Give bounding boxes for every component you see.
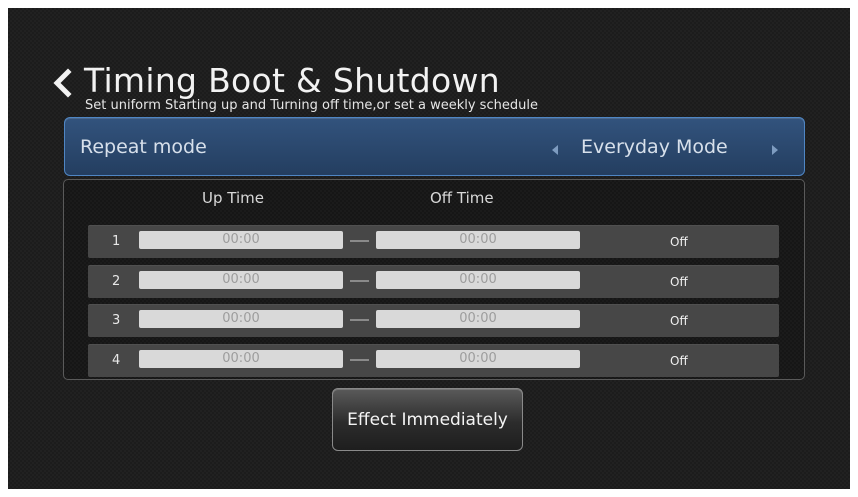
off-time-header: Off Time bbox=[430, 189, 494, 207]
repeat-mode-label: Repeat mode bbox=[80, 136, 207, 158]
row-status-toggle[interactable]: Off bbox=[670, 234, 688, 250]
time-separator bbox=[350, 319, 369, 321]
row-number: 1 bbox=[112, 234, 121, 249]
page-title: Timing Boot & Shutdown bbox=[84, 61, 501, 100]
up-time-header: Up Time bbox=[202, 189, 264, 207]
repeat-mode-selector[interactable]: Repeat mode Everyday Mode bbox=[64, 117, 805, 176]
time-separator bbox=[350, 359, 369, 361]
schedule-row: 4 00:00 00:00 Off bbox=[88, 344, 779, 377]
off-time-field[interactable]: 00:00 bbox=[376, 231, 580, 249]
schedule-row: 3 00:00 00:00 Off bbox=[88, 304, 779, 337]
triangle-right-icon[interactable] bbox=[770, 141, 780, 155]
schedule-row: 1 00:00 00:00 Off bbox=[88, 225, 779, 258]
row-number: 2 bbox=[112, 274, 121, 289]
chevron-left-icon[interactable] bbox=[49, 68, 79, 98]
up-time-field[interactable]: 00:00 bbox=[139, 310, 343, 328]
repeat-mode-value: Everyday Mode bbox=[581, 136, 728, 158]
page-subtitle: Set uniform Starting up and Turning off … bbox=[85, 98, 538, 113]
up-time-field[interactable]: 00:00 bbox=[139, 271, 343, 289]
row-status-toggle[interactable]: Off bbox=[670, 274, 688, 290]
effect-immediately-button[interactable]: Effect Immediately bbox=[332, 388, 523, 451]
schedule-row: 2 00:00 00:00 Off bbox=[88, 265, 779, 298]
up-time-field[interactable]: 00:00 bbox=[139, 350, 343, 368]
time-separator bbox=[350, 280, 369, 282]
off-time-field[interactable]: 00:00 bbox=[376, 271, 580, 289]
up-time-field[interactable]: 00:00 bbox=[139, 231, 343, 249]
off-time-field[interactable]: 00:00 bbox=[376, 350, 580, 368]
triangle-left-icon[interactable] bbox=[550, 141, 560, 155]
timing-screen: Timing Boot & Shutdown Set uniform Start… bbox=[8, 8, 850, 489]
off-time-field[interactable]: 00:00 bbox=[376, 310, 580, 328]
row-status-toggle[interactable]: Off bbox=[670, 353, 688, 369]
row-number: 3 bbox=[112, 313, 121, 328]
row-status-toggle[interactable]: Off bbox=[670, 313, 688, 329]
row-number: 4 bbox=[112, 353, 121, 368]
schedule-panel: Up Time Off Time 1 00:00 00:00 Off 2 00:… bbox=[63, 179, 805, 380]
time-separator bbox=[350, 240, 369, 242]
